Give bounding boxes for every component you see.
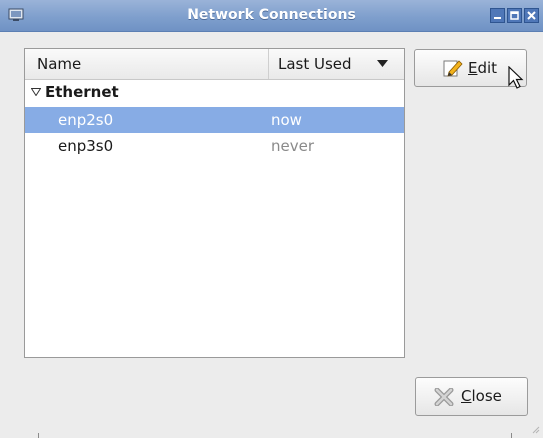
maximize-button[interactable] [507, 8, 522, 23]
window-titlebar[interactable]: Network Connections [0, 0, 543, 32]
table-header: Name Last Used [25, 49, 404, 80]
edit-icon [443, 60, 463, 77]
mouse-pointer-icon [508, 66, 524, 89]
connection-last-used: never [271, 137, 315, 155]
column-header-name[interactable]: Name [25, 49, 269, 79]
connection-row[interactable]: enp2s0 now [25, 107, 404, 133]
column-name-label: Name [37, 55, 82, 73]
resize-grip-icon[interactable] [530, 424, 540, 434]
expander-open-icon[interactable] [31, 88, 41, 96]
minimize-button[interactable] [490, 8, 505, 23]
close-button-label: Close [461, 387, 502, 405]
edit-button-label: Edit [468, 59, 498, 77]
close-icon [527, 11, 536, 20]
frame-edge [511, 433, 512, 438]
connection-row[interactable]: enp3s0 never [25, 133, 404, 159]
close-x-icon [434, 388, 454, 406]
frame-edge [38, 433, 39, 438]
connection-name: enp3s0 [58, 137, 114, 155]
column-last-used-label: Last Used [278, 55, 352, 73]
minimize-icon [494, 17, 501, 19]
group-row-ethernet[interactable]: Ethernet [25, 80, 404, 106]
connection-name: enp2s0 [58, 111, 114, 129]
connection-last-used: now [271, 111, 302, 129]
sort-descending-icon [377, 60, 388, 67]
close-window-button[interactable] [524, 8, 539, 23]
window-title: Network Connections [187, 7, 356, 23]
maximize-icon [510, 11, 519, 20]
column-header-last-used[interactable]: Last Used [269, 49, 404, 79]
group-label: Ethernet [45, 83, 119, 101]
connections-tree[interactable]: Name Last Used Ethernet enp2s0 now enp3s… [24, 48, 405, 358]
close-button[interactable]: Close [415, 377, 528, 416]
